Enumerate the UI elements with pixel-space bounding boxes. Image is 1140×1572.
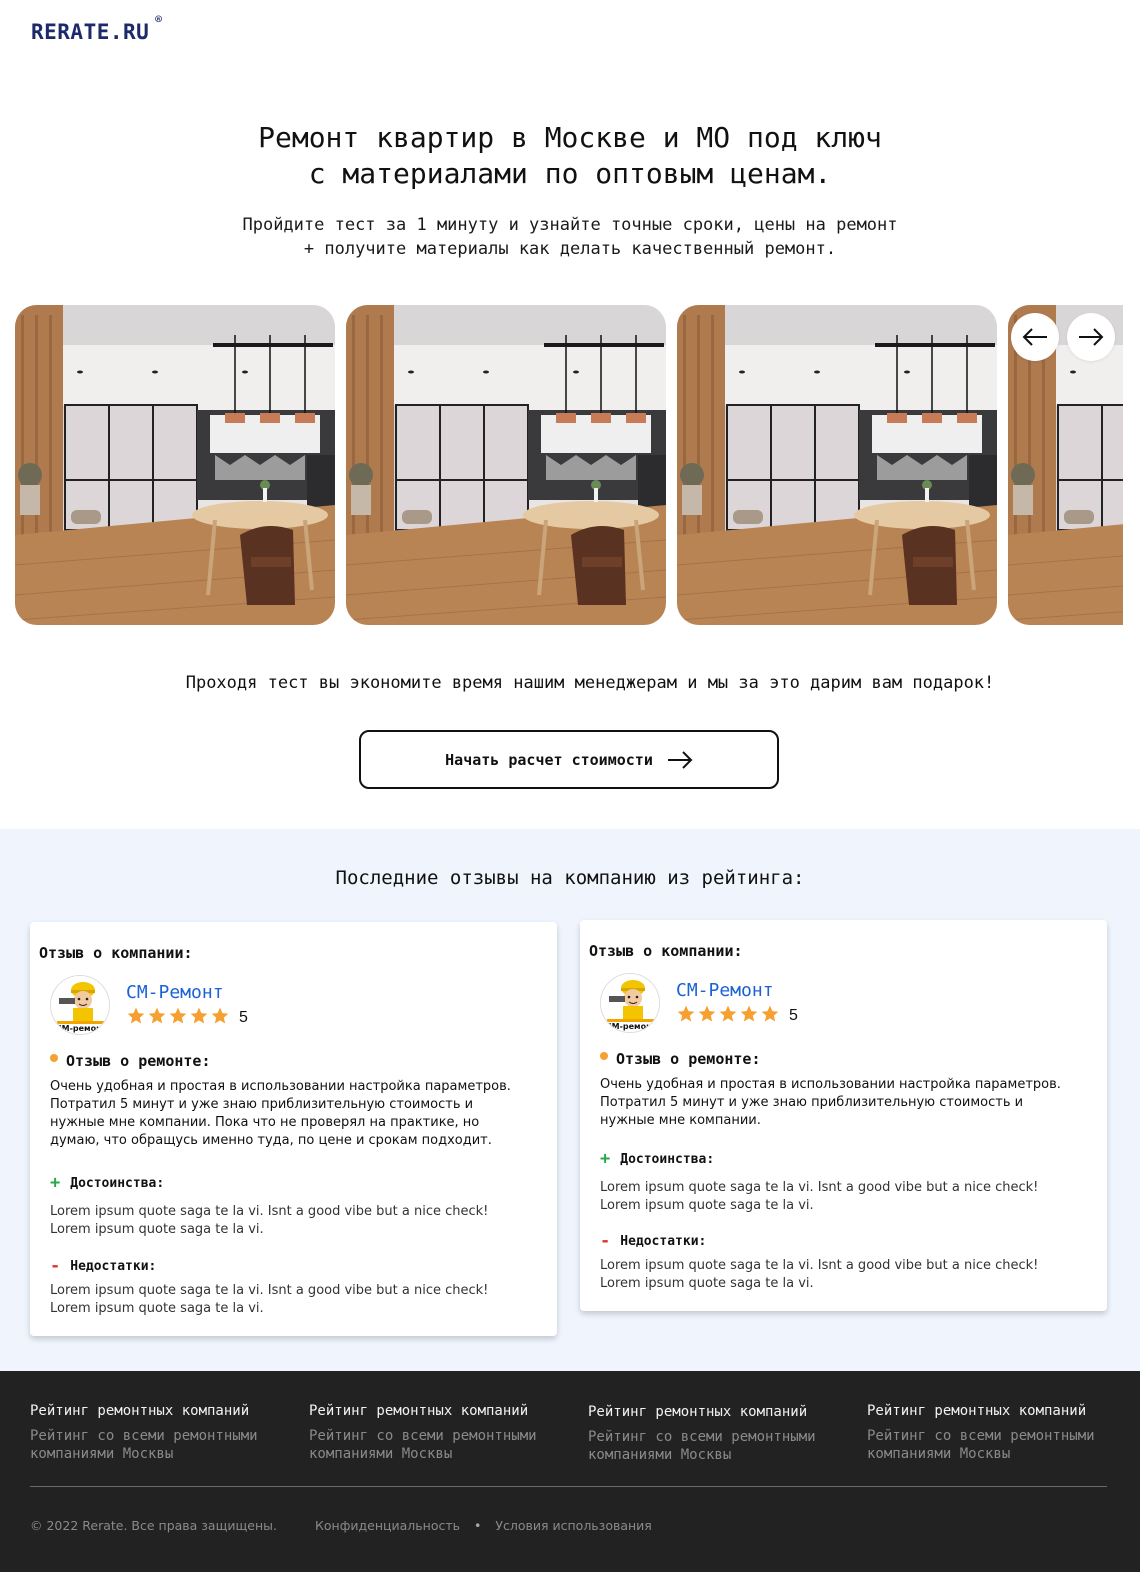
footer-links: Конфиденциальность • Условия использован… bbox=[315, 1518, 652, 1533]
interior-photo bbox=[15, 305, 335, 625]
star-icon bbox=[189, 1006, 209, 1030]
link-separator: • bbox=[474, 1518, 482, 1533]
arrow-right-icon bbox=[1079, 328, 1104, 346]
carousel-slide[interactable] bbox=[346, 305, 666, 625]
arrow-right-icon bbox=[667, 750, 693, 769]
gift-text: Проходя тест вы экономите время нашим ме… bbox=[185, 673, 995, 693]
bullet-dot-icon bbox=[600, 1052, 608, 1060]
hero-title-line1: Ремонт квартир в Москве и МО под ключ bbox=[258, 121, 882, 154]
company-avatar[interactable]: СМ-ремонт bbox=[600, 973, 660, 1033]
footer-column-title[interactable]: Рейтинг ремонтных компаний bbox=[588, 1402, 848, 1422]
review-label: Отзыв о ремонте: bbox=[600, 1050, 761, 1068]
hero-subtitle: Пройдите тест за 1 минуту и узнайте точн… bbox=[0, 213, 1140, 261]
star-icon bbox=[718, 1004, 738, 1028]
footer-divider bbox=[30, 1486, 1107, 1487]
hero-subtitle-line1: Пройдите тест за 1 минуту и узнайте точн… bbox=[242, 215, 898, 235]
interior-photo bbox=[346, 305, 666, 625]
rating-value: 5 bbox=[239, 1009, 248, 1026]
pros-label-text: Достоинства: bbox=[620, 1151, 715, 1167]
logo-text: RERATE.RU bbox=[31, 20, 150, 44]
star-icon bbox=[147, 1006, 167, 1030]
reviews-heading: Последние отзывы на компанию из рейтинга… bbox=[335, 867, 805, 889]
footer-column-text: Рейтинг со всеми ремонтными компаниями М… bbox=[309, 1428, 537, 1462]
cons-text: Lorem ipsum quote saga te la vi. Isnt a … bbox=[50, 1283, 489, 1316]
copyright-text: © 2022 Rerate. Все права защищены. bbox=[30, 1518, 277, 1533]
cons-label: - Недостатки: bbox=[50, 1256, 156, 1276]
rating-stars: 5 bbox=[126, 1006, 248, 1030]
footer-column-text: Рейтинг со всеми ремонтными компаниями М… bbox=[588, 1429, 816, 1463]
rating-value: 5 bbox=[789, 1007, 798, 1024]
svg-text:СМ-ремонт: СМ-ремонт bbox=[56, 1024, 107, 1033]
review-card: Отзыв о компании: СМ-ремонт СМ-Ремонт 5 … bbox=[580, 920, 1107, 1311]
terms-link[interactable]: Условия использования bbox=[495, 1518, 651, 1533]
photo-carousel bbox=[15, 305, 1123, 625]
plus-icon: + bbox=[50, 1173, 61, 1193]
carousel-prev-button[interactable] bbox=[1011, 313, 1059, 361]
cons-label: - Недостатки: bbox=[600, 1231, 706, 1251]
pros-label-text: Достоинства: bbox=[70, 1175, 165, 1191]
footer-column-text: Рейтинг со всеми ремонтными компаниями М… bbox=[30, 1428, 258, 1462]
review-label-text: Отзыв о ремонте: bbox=[616, 1050, 761, 1068]
carousel-slide[interactable] bbox=[15, 305, 335, 625]
cons-label-text: Недостатки: bbox=[620, 1233, 707, 1249]
cons-text: Lorem ipsum quote saga te la vi. Isnt a … bbox=[600, 1258, 1039, 1291]
review-card: Отзыв о компании: СМ-ремонт СМ-Ремонт 5 … bbox=[30, 922, 557, 1336]
arrow-left-icon bbox=[1022, 328, 1047, 346]
hero-subtitle-line2: + получите материалы как делать качестве… bbox=[303, 239, 837, 259]
start-calculation-button[interactable]: Начать расчет стоимости bbox=[359, 730, 779, 789]
star-icon bbox=[126, 1006, 146, 1030]
start-calculation-label: Начать расчет стоимости bbox=[445, 750, 653, 769]
star-icon bbox=[676, 1004, 696, 1028]
footer-column-text: Рейтинг со всеми ремонтными компаниями М… bbox=[867, 1428, 1095, 1462]
review-card-title: Отзыв о компании: bbox=[589, 942, 743, 960]
footer-column-title[interactable]: Рейтинг ремонтных компаний bbox=[30, 1401, 290, 1421]
minus-icon: - bbox=[50, 1256, 61, 1276]
review-text: Очень удобная и простая в использовании … bbox=[600, 1077, 1061, 1128]
site-footer: Рейтинг ремонтных компаний Рейтинг со вс… bbox=[0, 1371, 1140, 1572]
minus-icon: - bbox=[600, 1231, 611, 1251]
footer-column: Рейтинг ремонтных компаний Рейтинг со вс… bbox=[588, 1402, 848, 1464]
privacy-link[interactable]: Конфиденциальность bbox=[315, 1518, 460, 1533]
footer-column-title[interactable]: Рейтинг ремонтных компаний bbox=[867, 1401, 1127, 1421]
hero-title: Ремонт квартир в Москве и МО под ключ с … bbox=[0, 120, 1140, 192]
pros-label: + Достоинства: bbox=[600, 1149, 714, 1169]
pros-text: Lorem ipsum quote saga te la vi. Isnt a … bbox=[600, 1180, 1039, 1213]
review-label-text: Отзыв о ремонте: bbox=[66, 1052, 211, 1070]
footer-column: Рейтинг ремонтных компаний Рейтинг со вс… bbox=[30, 1401, 290, 1463]
star-icon bbox=[697, 1004, 717, 1028]
registered-mark: ® bbox=[155, 13, 163, 26]
review-card-title: Отзыв о компании: bbox=[39, 944, 193, 962]
footer-column: Рейтинг ремонтных компаний Рейтинг со вс… bbox=[867, 1401, 1127, 1463]
builder-mascot-icon: СМ-ремонт bbox=[51, 976, 109, 1034]
bullet-dot-icon bbox=[50, 1054, 58, 1062]
plus-icon: + bbox=[600, 1149, 611, 1169]
company-name-link[interactable]: СМ-Ремонт bbox=[126, 982, 224, 1003]
pros-label: + Достоинства: bbox=[50, 1173, 164, 1193]
review-label: Отзыв о ремонте: bbox=[50, 1052, 211, 1070]
footer-column-title[interactable]: Рейтинг ремонтных компаний bbox=[309, 1401, 569, 1421]
carousel-next-button[interactable] bbox=[1067, 313, 1115, 361]
star-icon bbox=[739, 1004, 759, 1028]
interior-photo bbox=[677, 305, 997, 625]
hero-title-line2: с материалами по оптовым ценам. bbox=[308, 157, 832, 190]
carousel-slide[interactable] bbox=[677, 305, 997, 625]
svg-text:СМ-ремонт: СМ-ремонт bbox=[606, 1022, 657, 1031]
cons-label-text: Недостатки: bbox=[70, 1258, 157, 1274]
star-icon bbox=[760, 1004, 780, 1028]
company-name-link[interactable]: СМ-Ремонт bbox=[676, 980, 774, 1001]
company-avatar[interactable]: СМ-ремонт bbox=[50, 975, 110, 1035]
rating-stars: 5 bbox=[676, 1004, 798, 1028]
review-text: Очень удобная и простая в использовании … bbox=[50, 1079, 511, 1148]
star-icon bbox=[210, 1006, 230, 1030]
star-icon bbox=[168, 1006, 188, 1030]
pros-text: Lorem ipsum quote saga te la vi. Isnt a … bbox=[50, 1204, 489, 1237]
reviews-section: Последние отзывы на компанию из рейтинга… bbox=[0, 829, 1140, 1371]
site-logo[interactable]: RERATE.RU ® bbox=[31, 13, 162, 44]
footer-column: Рейтинг ремонтных компаний Рейтинг со вс… bbox=[309, 1401, 569, 1463]
builder-mascot-icon: СМ-ремонт bbox=[601, 974, 659, 1032]
